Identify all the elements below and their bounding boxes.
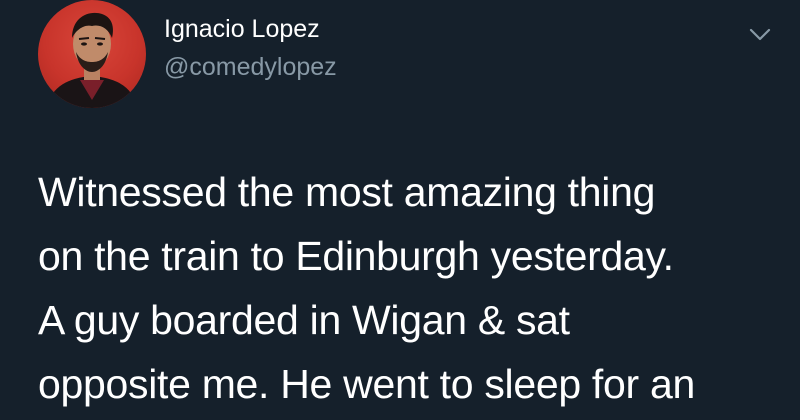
author-avatar[interactable]: [38, 0, 146, 108]
tweet-author: Ignacio Lopez @comedylopez: [164, 14, 337, 82]
tweet-text: Witnessed the most amazing thing on the …: [38, 160, 778, 416]
tweet-text-line: A guy boarded in Wigan & sat: [38, 297, 570, 343]
author-display-name[interactable]: Ignacio Lopez: [164, 14, 337, 44]
author-handle[interactable]: @comedylopez: [164, 52, 337, 82]
profile-photo-icon: [46, 12, 138, 108]
tweet-text-line: Witnessed the most amazing thing: [38, 169, 656, 215]
tweet-menu-button[interactable]: [746, 22, 774, 46]
chevron-down-icon: [749, 28, 771, 41]
tweet-text-line: on the train to Edinburgh yesterday.: [38, 233, 674, 279]
tweet-card: Ignacio Lopez @comedylopez Witnessed the…: [0, 0, 800, 420]
tweet-text-line: opposite me. He went to sleep for an: [38, 361, 695, 407]
